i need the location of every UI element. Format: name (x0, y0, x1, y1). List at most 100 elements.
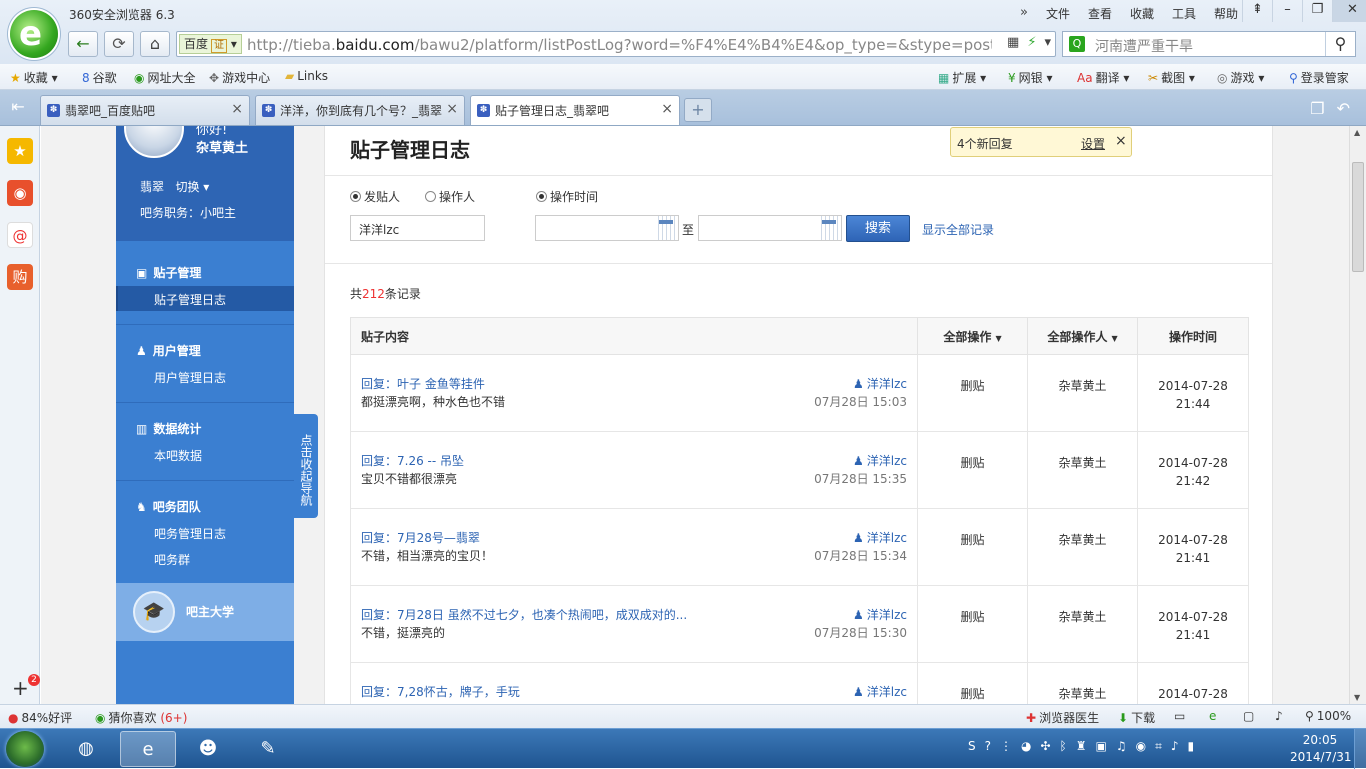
radio-operator[interactable]: 操作人 (425, 188, 475, 205)
tray-network-app-icon[interactable]: ✣ (1040, 739, 1050, 754)
tool-extensions[interactable]: ▦ 扩展 ▾ (938, 69, 986, 86)
post-title-link[interactable]: 回复：7,28怀古，牌子，手玩 (361, 683, 691, 701)
poster-link[interactable]: ♟ 洋洋lzc (853, 529, 907, 547)
radio-op-time[interactable]: 操作时间 (536, 188, 598, 205)
post-title-link[interactable]: 回复：7.26 -- 吊坠 (361, 452, 691, 470)
search-button[interactable]: 搜索 (846, 215, 910, 242)
nav-item-post-log[interactable]: 贴子管理日志 (154, 291, 226, 308)
calendar-icon[interactable] (818, 215, 842, 241)
address-bar[interactable]: 百度证 ▾ http://tieba.baidu.com/bawu2/platf… (176, 31, 1056, 57)
show-all-link[interactable]: 显示全部记录 (922, 221, 994, 238)
tool-translate[interactable]: Aa 翻译 ▾ (1077, 69, 1129, 86)
restore-button[interactable]: ❐ (1302, 0, 1332, 22)
zoom-control[interactable]: ⚲ 100% (1305, 709, 1351, 723)
calendar-icon[interactable] (655, 215, 679, 241)
poster-link[interactable]: ♟ 洋洋lzc (853, 452, 907, 470)
refresh-button[interactable]: ⟳ (104, 31, 134, 57)
url-text[interactable]: http://tieba.baidu.com/bawu2/platform/li… (247, 36, 992, 54)
menu-file[interactable]: 文件 (1046, 5, 1070, 22)
address-engine-selector[interactable]: 百度证 ▾ (179, 34, 242, 54)
collapse-nav-tab[interactable]: 点击收起导航 (294, 414, 318, 518)
close-icon[interactable]: × (446, 101, 458, 117)
avatar[interactable] (124, 126, 184, 158)
sidebar-toggle-icon[interactable]: ⇤ (0, 90, 36, 126)
tray-display-icon[interactable]: ▣ (1096, 739, 1107, 754)
mail-icon[interactable]: @ (7, 222, 33, 248)
username[interactable]: 杂草黄土 (196, 140, 248, 158)
tray-qq-icon[interactable]: ◕ (1021, 739, 1031, 754)
fav-google[interactable]: 8 谷歌 (82, 69, 117, 86)
tray-help-icon[interactable]: ? (985, 739, 991, 754)
tab-thread[interactable]: ✽ 洋洋，你到底有几个号？_翡翠 × (255, 95, 465, 125)
new-tab-button[interactable]: + (684, 98, 712, 122)
fav-collect[interactable]: ★ 收藏 ▾ (10, 69, 58, 86)
window-icon[interactable]: ▢ (1243, 709, 1254, 723)
nav-item-user-log[interactable]: 用户管理日志 (154, 369, 226, 386)
end-date-input[interactable] (698, 215, 819, 241)
radio-poster[interactable]: 发贴人 (350, 188, 400, 205)
tab-post-log[interactable]: ✽ 贴子管理日志_翡翠吧 × (470, 95, 680, 125)
col-header-operator[interactable]: 全部操作人 ▼ (1027, 317, 1138, 355)
search-engine-icon[interactable]: Q (1069, 36, 1085, 52)
tray-security-icon[interactable]: ♜ (1076, 739, 1087, 754)
poster-link[interactable]: ♟ 洋洋lzc (853, 606, 907, 624)
tray-expand-icon[interactable]: ⋮ (1000, 739, 1012, 754)
close-button[interactable]: ✕ (1332, 0, 1366, 22)
minimize-button[interactable]: – (1272, 0, 1302, 22)
fav-site-directory[interactable]: ◉ 网址大全 (134, 69, 196, 86)
close-icon[interactable]: × (231, 101, 243, 117)
poster-link[interactable]: ♟ 洋洋lzc (853, 375, 907, 393)
tray-volume-icon[interactable]: ♪ (1171, 739, 1179, 754)
poster-link[interactable]: ♟ 洋洋lzc (853, 683, 907, 701)
taskbar-paint-icon[interactable]: ✎ (240, 731, 296, 767)
menu-view[interactable]: 查看 (1088, 5, 1112, 22)
fav-game-center[interactable]: ✥ 游戏中心 (209, 69, 270, 86)
shopping-icon[interactable]: 购 (7, 264, 33, 290)
tray-bluetooth-icon[interactable]: ᛒ (1060, 739, 1067, 754)
menu-help[interactable]: 帮助 (1214, 5, 1238, 22)
post-title-link[interactable]: 回复：7月28日 虽然不过七夕，也凑个热闹吧，成双成对的... (361, 606, 691, 624)
nav-section-team[interactable]: ♞ 吧务团队 (136, 498, 201, 515)
volume-icon[interactable]: ♪ (1275, 709, 1283, 723)
tray-usb-icon[interactable]: ⌗ (1155, 739, 1162, 754)
forum-switch[interactable]: 翡翠 切换 ▾ (140, 178, 209, 195)
notification-settings-link[interactable]: 设置 (1081, 135, 1105, 152)
taskbar-mask-app-icon[interactable]: ☻ (180, 731, 236, 767)
tool-login-manager[interactable]: ⚲ 登录管家 (1289, 69, 1349, 86)
download-button[interactable]: ⬇ 下载 (1118, 709, 1155, 726)
back-button[interactable]: ← (68, 31, 98, 57)
tab-list-icon[interactable]: ❐ (1310, 99, 1324, 118)
tool-ebank[interactable]: ¥ 网银 ▾ (1008, 69, 1053, 86)
tray-360-icon[interactable]: ◉ (1136, 739, 1146, 754)
taskbar-360-browser-icon[interactable]: e (120, 731, 176, 767)
nav-item-team-log[interactable]: 吧务管理日志 (154, 525, 226, 542)
address-dropdown-icon[interactable]: ▾ (1044, 35, 1051, 50)
star-icon[interactable]: ★ (7, 138, 33, 164)
nav-item-forum-data[interactable]: 本吧数据 (154, 447, 202, 464)
search-box[interactable]: Q 河南遭严重干旱 ⚲ (1062, 31, 1356, 57)
clock[interactable]: 20:05 2014/7/31 (1290, 732, 1352, 766)
menu-favorites[interactable]: 收藏 (1130, 5, 1154, 22)
close-icon[interactable]: × (1115, 133, 1127, 149)
tab-forum[interactable]: ✽ 翡翠吧_百度贴吧 × (40, 95, 250, 125)
weibo-icon[interactable]: ◉ (7, 180, 33, 206)
tray-signal-icon[interactable]: ▮ (1188, 739, 1195, 754)
pin-icon[interactable]: ⇞ (1242, 0, 1272, 22)
lightning-icon[interactable]: ⚡ (1027, 35, 1036, 50)
new-reply-link[interactable]: 4个新回复 (957, 135, 1013, 152)
tool-screenshot[interactable]: ✂ 截图 ▾ (1148, 69, 1195, 86)
home-button[interactable]: ⌂ (140, 31, 170, 57)
menu-tools[interactable]: 工具 (1172, 5, 1196, 22)
guess-like[interactable]: ◉ 猜你喜欢 (6+) (95, 709, 187, 726)
add-icon[interactable]: + (12, 676, 29, 700)
post-title-link[interactable]: 回复：叶子 金鱼等挂件 (361, 375, 691, 393)
scroll-thumb[interactable] (1352, 162, 1364, 272)
search-icon[interactable]: ⚲ (1325, 32, 1355, 56)
nav-section-stats[interactable]: ▥ 数据统计 (136, 420, 201, 437)
fav-links[interactable]: ▰ Links (285, 69, 328, 83)
post-title-link[interactable]: 回复：7月28号—翡翠 (361, 529, 691, 547)
tool-games[interactable]: ◎ 游戏 ▾ (1217, 69, 1264, 86)
tray-speaker-icon[interactable]: ♫ (1116, 739, 1127, 754)
undo-close-icon[interactable]: ↶ (1337, 99, 1350, 118)
admin-university[interactable]: 🎓 吧主大学 (116, 583, 294, 641)
